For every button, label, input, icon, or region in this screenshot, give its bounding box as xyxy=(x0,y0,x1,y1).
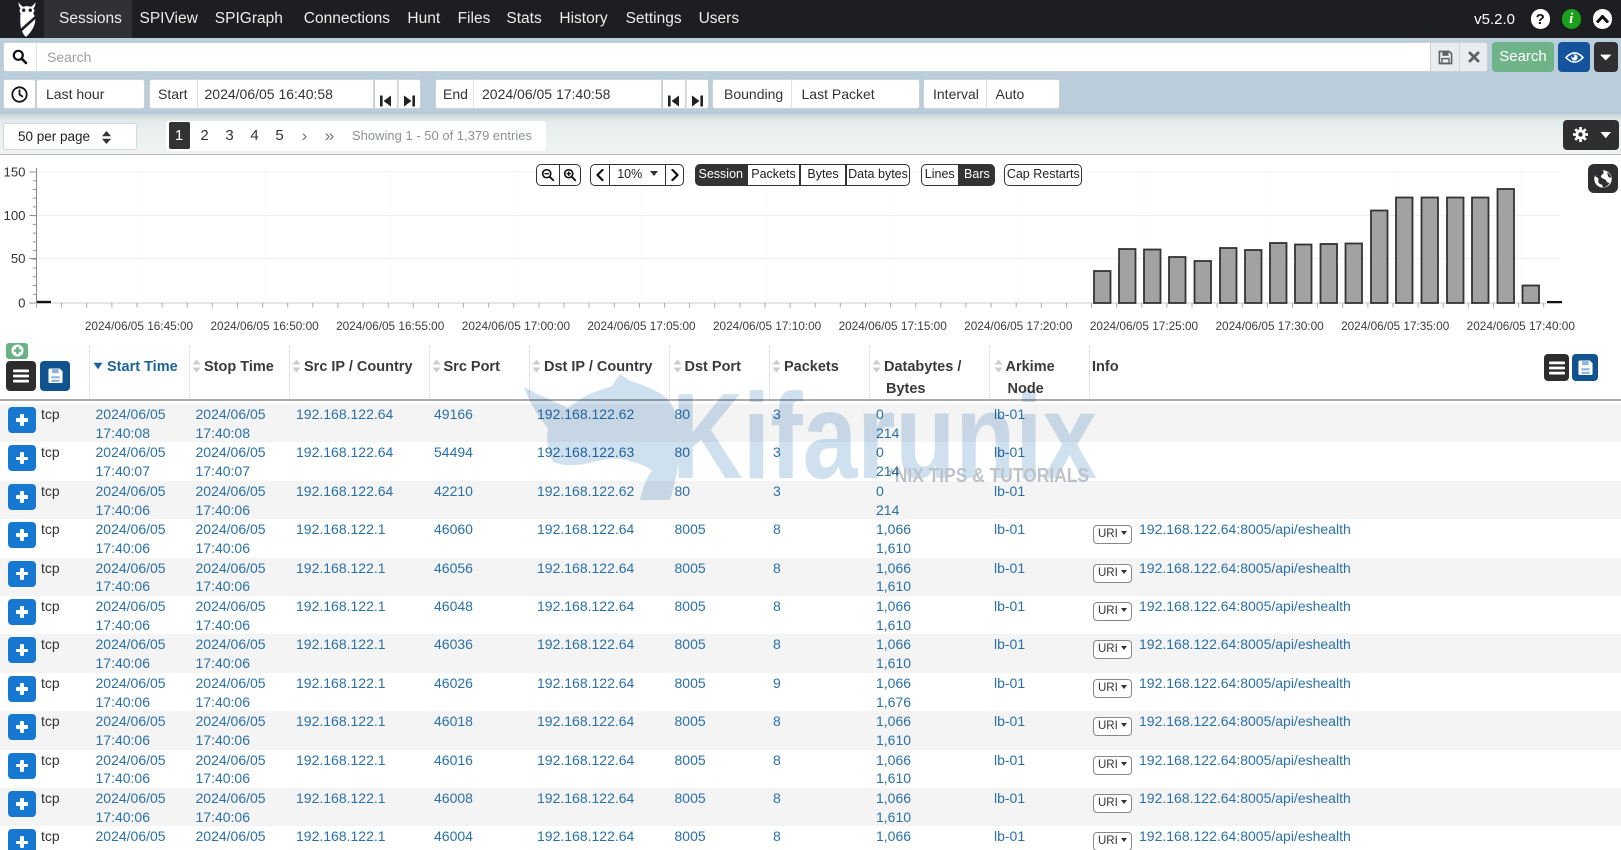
svg-text:2024/06/05 17:35:00: 2024/06/05 17:35:00 xyxy=(1341,319,1450,333)
svg-text:100: 100 xyxy=(3,208,25,223)
svg-text:2024/06/05 17:05:00: 2024/06/05 17:05:00 xyxy=(587,319,696,333)
svg-text:2024/06/05 17:10:00: 2024/06/05 17:10:00 xyxy=(713,319,822,333)
svg-text:2024/06/05 17:40:00: 2024/06/05 17:40:00 xyxy=(1467,319,1576,333)
svg-text:150: 150 xyxy=(3,165,25,180)
svg-text:2024/06/05 16:50:00: 2024/06/05 16:50:00 xyxy=(210,319,319,333)
svg-text:2024/06/05 16:45:00: 2024/06/05 16:45:00 xyxy=(85,319,194,333)
svg-text:2024/06/05 17:15:00: 2024/06/05 17:15:00 xyxy=(839,319,948,333)
svg-text:50: 50 xyxy=(11,251,26,266)
svg-text:2024/06/05 17:30:00: 2024/06/05 17:30:00 xyxy=(1215,319,1324,333)
svg-text:2024/06/05 17:20:00: 2024/06/05 17:20:00 xyxy=(964,319,1073,333)
svg-text:2024/06/05 17:00:00: 2024/06/05 17:00:00 xyxy=(462,319,571,333)
svg-text:2024/06/05 17:25:00: 2024/06/05 17:25:00 xyxy=(1090,319,1199,333)
svg-text:2024/06/05 16:55:00: 2024/06/05 16:55:00 xyxy=(336,319,445,333)
svg-text:0: 0 xyxy=(18,296,25,311)
